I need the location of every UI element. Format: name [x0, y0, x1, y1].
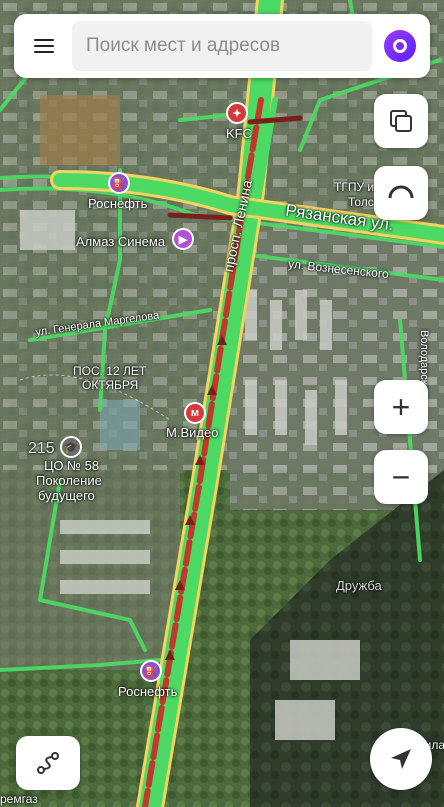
- mvideo-label: М.Видео: [166, 425, 219, 440]
- rosneft-top-poi-icon[interactable]: ⛽: [108, 172, 130, 194]
- rosneft-bottom-poi-icon[interactable]: ⛽: [140, 660, 162, 682]
- rosneft-top-label: Роснефть: [88, 196, 148, 211]
- school-label-line-3: будущего: [38, 488, 95, 503]
- minus-icon: −: [391, 458, 411, 495]
- tgpu-label-line-1: ТГПУ и: [334, 180, 375, 194]
- layers-button[interactable]: [374, 94, 428, 148]
- alice-assistant-button[interactable]: [384, 30, 416, 62]
- menu-button[interactable]: [24, 26, 64, 66]
- school-poi-icon[interactable]: 🎓: [60, 436, 82, 458]
- kfc-label: KFC: [226, 126, 252, 141]
- locate-arrow-icon: [391, 749, 411, 769]
- layers-icon: [390, 110, 412, 132]
- alice-icon: [393, 39, 407, 53]
- zoom-out-button[interactable]: −: [374, 450, 428, 504]
- mvideo-poi-icon[interactable]: м: [184, 402, 206, 424]
- menu-icon: [34, 39, 54, 41]
- shemgaz-label: ремгаз: [0, 792, 38, 806]
- zoom-in-button[interactable]: +: [374, 380, 428, 434]
- map-mode-button[interactable]: [374, 166, 428, 220]
- search-bar: Поиск мест и адресов: [14, 14, 430, 78]
- building-number-215: 215: [28, 440, 55, 457]
- school-label-line-2: Поколение: [36, 473, 102, 488]
- rosneft-bottom-label: Роснефть: [118, 684, 178, 699]
- plus-icon: +: [391, 388, 411, 425]
- kfc-poi-icon[interactable]: ✦: [226, 102, 248, 124]
- almaz-cinema-label: Алмаз Синема: [76, 234, 166, 249]
- route-button[interactable]: [16, 736, 80, 790]
- my-location-button[interactable]: [370, 728, 432, 790]
- druzhba-label: Дружба: [336, 578, 382, 593]
- route-icon: [37, 752, 59, 774]
- district-label-1: ПОС. 12 ЛЕТ: [73, 364, 147, 378]
- school-label-line-1: ЦО № 58: [44, 458, 100, 473]
- cinema-poi-icon[interactable]: ▶: [172, 228, 194, 250]
- search-input[interactable]: Поиск мест и адресов: [72, 21, 372, 71]
- speedometer-icon: [388, 185, 414, 199]
- district-label-2: ОКТЯБРЯ: [82, 378, 139, 392]
